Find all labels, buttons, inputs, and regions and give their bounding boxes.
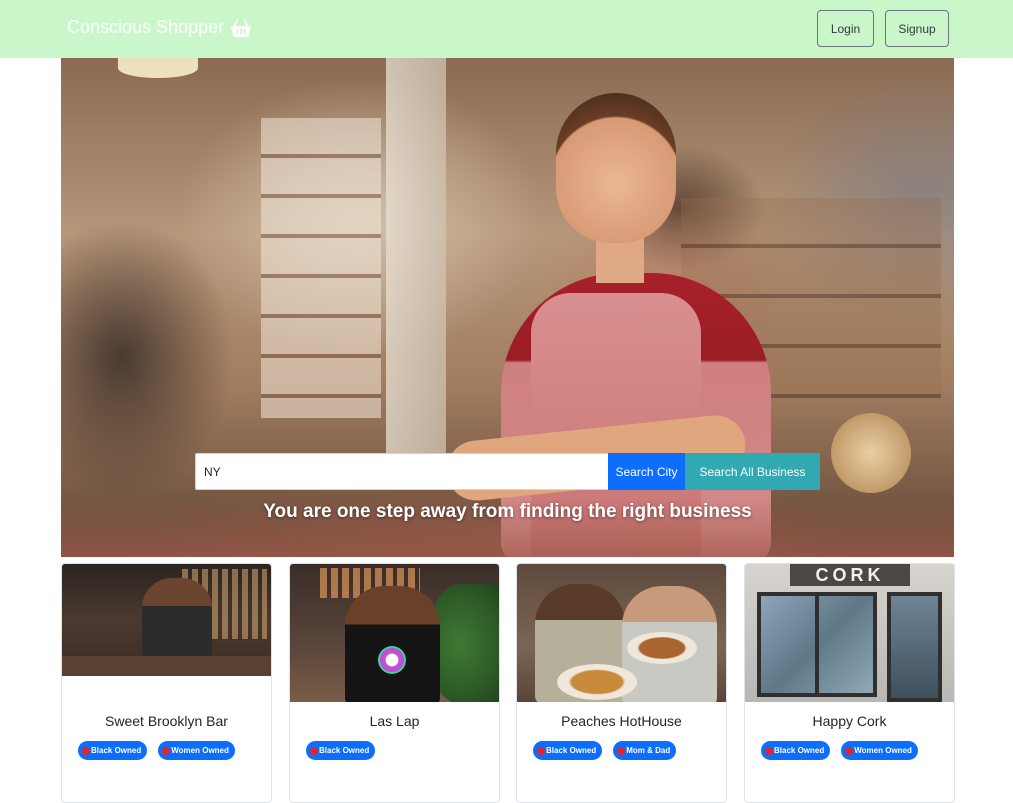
red-dot-icon <box>82 746 90 755</box>
business-name: Peaches HotHouse <box>561 713 682 729</box>
hero-banner: Search City Search All Business You are … <box>61 58 954 557</box>
red-dot-icon <box>765 746 773 755</box>
brand-link[interactable]: Conscious Shopper <box>67 17 252 38</box>
search-bar: Search City Search All Business <box>195 453 820 490</box>
tag-list: Black Owned Women Owned <box>78 741 235 760</box>
tag-badge[interactable]: Black Owned <box>761 741 831 760</box>
business-photo <box>62 564 271 676</box>
tag-badge[interactable]: Women Owned <box>158 741 235 760</box>
basket-icon <box>230 18 252 38</box>
tag-list: Black Owned Women Owned <box>761 741 918 760</box>
tag-label: Women Owned <box>171 746 229 755</box>
tag-label: Black Owned <box>91 746 142 755</box>
red-dot-icon <box>310 746 318 755</box>
tag-badge[interactable]: Women Owned <box>841 741 918 760</box>
red-dot-icon <box>845 746 854 755</box>
tag-badge[interactable]: Mom & Dad <box>613 741 677 760</box>
red-dot-icon <box>537 746 545 755</box>
tag-list: Black Owned Mom & Dad <box>533 741 677 760</box>
hero-image-pillar <box>386 58 446 458</box>
business-photo: CORK <box>745 564 954 702</box>
search-all-business-button[interactable]: Search All Business <box>685 453 820 490</box>
tag-badge[interactable]: Black Owned <box>533 741 603 760</box>
hero-image-decor <box>831 413 911 493</box>
tag-list: Black Owned <box>306 741 376 760</box>
navbar: Conscious Shopper Login Signup <box>0 0 1013 58</box>
business-card[interactable]: Sweet Brooklyn Bar Black Owned Women Own… <box>61 563 272 803</box>
tag-label: Black Owned <box>774 746 825 755</box>
red-dot-icon <box>617 746 626 755</box>
business-name: Happy Cork <box>812 713 887 729</box>
hero-image-face <box>556 93 676 243</box>
search-city-button[interactable]: Search City <box>608 453 685 490</box>
business-card[interactable]: Peaches HotHouse Black Owned Mom & Dad <box>516 563 727 803</box>
hero-tagline: You are one step away from finding the r… <box>263 501 752 522</box>
brand-name: Conscious Shopper <box>67 17 225 37</box>
business-photo <box>517 564 726 702</box>
tag-label: Black Owned <box>319 746 370 755</box>
hero-image-lamp <box>118 58 198 78</box>
signup-button[interactable]: Signup <box>885 10 949 47</box>
business-card[interactable]: Las Lap Black Owned <box>289 563 500 803</box>
city-search-input[interactable] <box>195 453 608 490</box>
tag-badge[interactable]: Black Owned <box>306 741 376 760</box>
business-name: Las Lap <box>369 713 420 729</box>
business-card[interactable]: CORK Happy Cork Black Owned Women Owned <box>744 563 955 803</box>
tag-label: Mom & Dad <box>626 746 671 755</box>
business-photo <box>290 564 499 702</box>
login-button[interactable]: Login <box>817 10 874 47</box>
tag-label: Women Owned <box>854 746 912 755</box>
tag-badge[interactable]: Black Owned <box>78 741 148 760</box>
red-dot-icon <box>162 746 171 755</box>
business-name: Sweet Brooklyn Bar <box>105 713 228 729</box>
hero-image-shelf <box>261 118 381 418</box>
tag-label: Black Owned <box>546 746 597 755</box>
